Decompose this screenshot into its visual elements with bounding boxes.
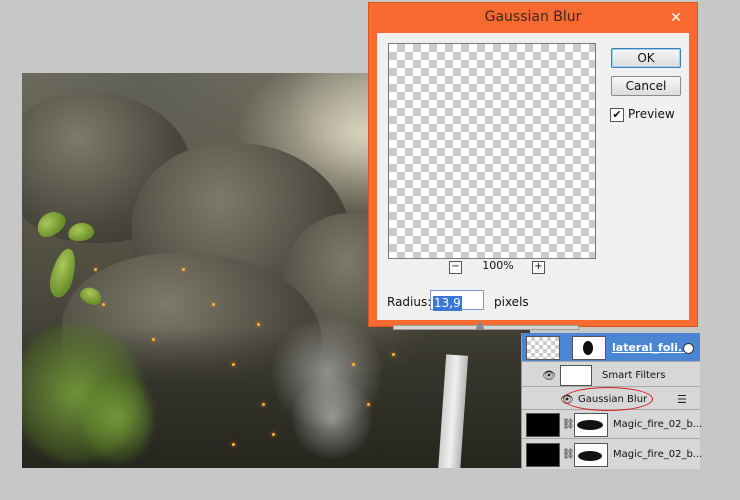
radius-value: 13,9 (433, 296, 462, 311)
layer-row-smart-filters[interactable]: 👁 Smart Filters (522, 362, 700, 387)
radius-input[interactable]: 13,9 (430, 290, 484, 311)
radius-slider[interactable] (393, 325, 579, 330)
layer-mask-thumbnail (574, 413, 608, 437)
smart-filters-label: Smart Filters (602, 370, 666, 381)
layer-mask-thumbnail (572, 336, 606, 360)
annotation-ellipse (563, 387, 653, 411)
ember-spark (182, 268, 185, 271)
layer-row-magic-fire-2[interactable]: ⛓ Magic_fire_02_b... (522, 439, 703, 469)
layer-row-magic-fire-1[interactable]: ⛓ Magic_fire_02_b... (522, 410, 703, 439)
ember-spark (232, 363, 235, 366)
layer-row-lateral-foliage[interactable]: lateral_foli... (522, 333, 700, 362)
zoom-in-button[interactable]: + (532, 261, 545, 274)
ember-spark (272, 433, 275, 436)
layer-name: lateral_foli... (612, 341, 691, 354)
radius-unit-label: pixels (494, 295, 529, 309)
ember-spark (392, 353, 395, 356)
ember-spark (352, 363, 355, 366)
ok-button[interactable]: OK (611, 48, 681, 68)
zoom-out-button[interactable]: − (449, 261, 462, 274)
layer-mask-thumbnail (574, 443, 608, 467)
dialog-body: − 100% + OK Cancel ✔ Preview Radius: 13,… (377, 33, 689, 330)
ember-spark (232, 443, 235, 446)
smoke-wisp (292, 373, 372, 463)
ember-spark (212, 303, 215, 306)
layer-name: Magic_fire_02_b... (613, 419, 703, 430)
layers-panel: lateral_foli... 👁 Smart Filters 👁 Gaussi… (521, 333, 703, 469)
layer-name: Magic_fire_02_b... (613, 449, 703, 460)
ember-spark (102, 303, 105, 306)
smart-filter-mask-thumbnail (560, 365, 592, 386)
layer-thumbnail (526, 443, 560, 467)
eye-icon[interactable]: 👁 (542, 369, 556, 382)
radius-label: Radius: (387, 295, 432, 309)
preview-checkbox[interactable]: ✔ (610, 108, 624, 122)
layer-thumbnail (526, 413, 560, 437)
gaussian-blur-dialog: Gaussian Blur ✕ − 100% + OK Cancel ✔ Pre… (368, 2, 698, 330)
ember-spark (367, 403, 370, 406)
dialog-title: Gaussian Blur (484, 9, 582, 25)
close-icon[interactable]: ✕ (663, 8, 689, 28)
ember-spark (94, 268, 97, 271)
link-icon[interactable]: ⛓ (562, 419, 575, 430)
ember-spark (152, 338, 155, 341)
link-icon[interactable]: ⛓ (562, 449, 575, 460)
radius-slider-thumb[interactable] (475, 320, 485, 330)
smart-object-icon (683, 343, 694, 354)
preview-label: Preview (628, 107, 675, 121)
blurred-foliage (82, 373, 152, 463)
ember-spark (257, 323, 260, 326)
layer-thumbnail (526, 336, 560, 360)
cancel-button[interactable]: Cancel (611, 76, 681, 96)
zoom-level: 100% (482, 259, 514, 272)
filter-blending-options-icon[interactable]: ☰ (677, 393, 687, 406)
filter-preview[interactable] (388, 43, 596, 259)
ember-spark (262, 403, 265, 406)
